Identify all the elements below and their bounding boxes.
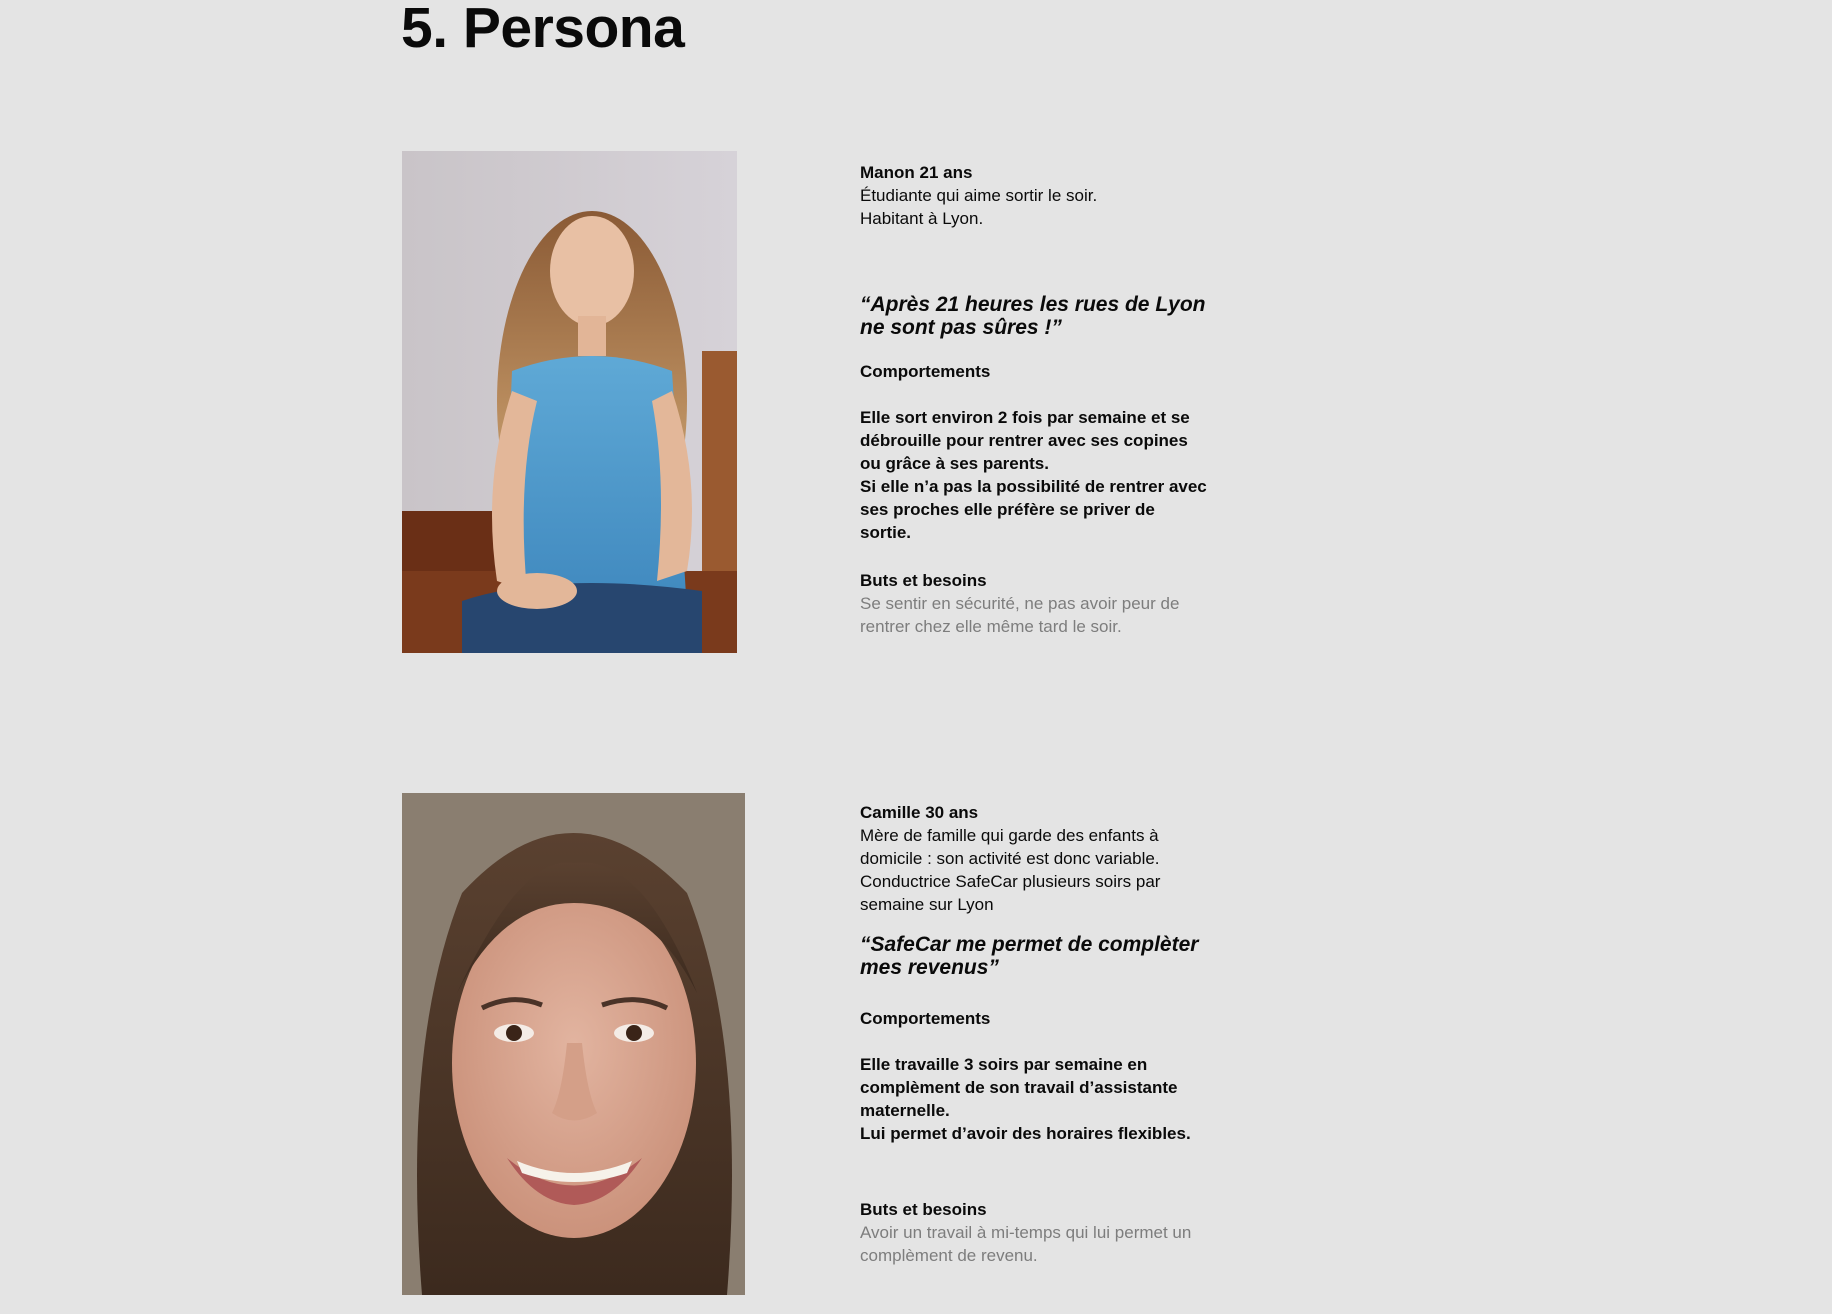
behaviors-line: débrouille pour rentrer avec ses copines <box>860 431 1188 450</box>
persona-quote-line: “Après 21 heures les rues de Lyon <box>860 293 1206 316</box>
page-title: 5. Persona <box>401 0 685 60</box>
persona-photo-camille <box>402 793 745 1295</box>
persona-name-age: Manon 21 ans <box>860 163 973 182</box>
behaviors-line: ou grâce à ses parents. <box>860 454 1049 473</box>
behaviors-heading: Comportements <box>860 362 991 381</box>
persona-photo-manon <box>402 151 737 653</box>
persona-intro-line: Conductrice SafeCar plusieurs soirs par <box>860 872 1161 891</box>
goals-line: rentrer chez elle même tard le soir. <box>860 617 1122 636</box>
behaviors-line: complèment de son travail d’assistante <box>860 1078 1178 1097</box>
goals-heading: Buts et besoins <box>860 1200 987 1219</box>
goals-line: complèment de revenu. <box>860 1246 1038 1265</box>
persona-intro-line: Mère de famille qui garde des enfants à <box>860 826 1159 845</box>
behaviors-line: sortie. <box>860 523 912 542</box>
persona-name-age: Camille 30 ans <box>860 803 979 822</box>
behaviors-line: ses proches elle préfère se priver de <box>860 500 1155 519</box>
goals-line: Se sentir en sécurité, ne pas avoir peur… <box>860 594 1180 613</box>
behaviors-line: Lui permet d’avoir des horaires flexible… <box>860 1124 1191 1143</box>
behaviors-line: maternelle. <box>860 1101 950 1120</box>
persona-intro-line: Étudiante qui aime sortir le soir. <box>860 186 1098 205</box>
persona-details-manon: Manon 21 ans Étudiante qui aime sortir l… <box>860 161 1225 638</box>
behaviors-line: Elle travaille 3 soirs par semaine en <box>860 1055 1148 1074</box>
behaviors-line: Si elle n’a pas la possibilité de rentre… <box>860 477 1207 496</box>
persona-details-camille: Camille 30 ans Mère de famille qui garde… <box>860 801 1225 1267</box>
persona-intro-line: Habitant à Lyon. <box>860 209 984 228</box>
persona-quote-line: ne sont pas sûres !” <box>860 316 1062 339</box>
behaviors-line: Elle sort environ 2 fois par semaine et … <box>860 408 1190 427</box>
behaviors-heading: Comportements <box>860 1009 991 1028</box>
goals-line: Avoir un travail à mi-temps qui lui perm… <box>860 1223 1192 1242</box>
persona-quote-line: “SafeCar me permet de complèter <box>860 933 1199 956</box>
goals-heading: Buts et besoins <box>860 571 987 590</box>
persona-quote-line: mes revenus” <box>860 956 999 979</box>
persona-intro-line: semaine sur Lyon <box>860 895 994 914</box>
persona-intro-line: domicile : son activité est donc variabl… <box>860 849 1160 868</box>
